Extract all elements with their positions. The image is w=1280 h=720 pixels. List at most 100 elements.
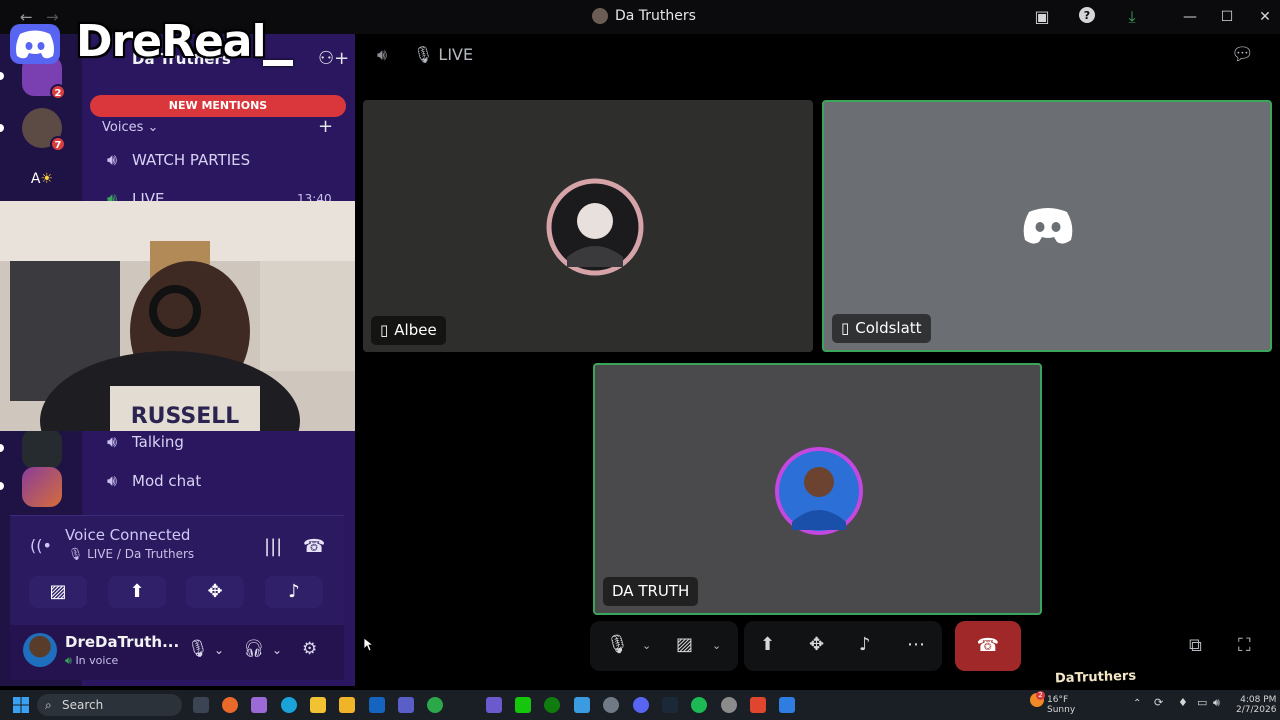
minimize-icon[interactable]: — — [1179, 6, 1201, 28]
edge-icon[interactable] — [281, 697, 297, 713]
chevron-down-icon[interactable]: ⌄ — [712, 639, 721, 652]
inbox-icon[interactable]: ▣ — [1031, 6, 1053, 28]
new-mentions-button[interactable]: NEW MENTIONS — [90, 95, 346, 117]
signal-icon: ((• — [30, 536, 52, 555]
steam-icon[interactable] — [662, 697, 678, 713]
soundboard-button[interactable]: ♪ — [265, 576, 323, 608]
activities-icon[interactable]: ✥ — [809, 634, 824, 655]
store-icon[interactable] — [339, 697, 355, 713]
network-icon[interactable]: ▭ — [1197, 697, 1207, 708]
invite-member-icon[interactable]: ⚇+ — [318, 48, 349, 69]
mention-badge: 7 — [50, 136, 66, 152]
soundboard-icon: ♪ — [288, 581, 300, 602]
toggle-camera-button[interactable]: ▨ — [29, 576, 87, 608]
soundboard-icon[interactable]: ♪ — [859, 634, 871, 655]
share-screen-button[interactable]: ⬆ — [108, 576, 166, 608]
pop-out-icon[interactable]: ⧉ — [1189, 635, 1202, 656]
mobile-device-icon: ▯ — [380, 321, 389, 339]
settings-icon[interactable] — [603, 697, 619, 713]
microphone-icon[interactable]: 🎙︎ — [187, 639, 209, 659]
discord-taskbar-icon[interactable] — [633, 697, 649, 713]
headphones-icon[interactable]: 🎧︎ — [243, 639, 265, 659]
clock-date: 2/7/2026 — [1236, 705, 1277, 715]
speaker-icon: 🔊︎ — [106, 150, 118, 169]
channel-label: Mod chat — [132, 472, 202, 490]
clock-time: 4:08 PM — [1240, 695, 1277, 705]
voice-channel[interactable]: 🎙︎ LIVE / Da Truthers — [68, 547, 194, 561]
chevron-down-icon[interactable]: ⌄ — [642, 639, 651, 652]
app-icon[interactable] — [427, 697, 443, 713]
app-icon[interactable] — [486, 697, 502, 713]
fullscreen-icon[interactable]: ⛶ — [1238, 635, 1251, 656]
chevron-down-icon[interactable]: ⌄ — [272, 643, 282, 657]
chat-bubble-icon[interactable]: 💬︎ — [1231, 44, 1254, 65]
task-view-icon[interactable] — [193, 697, 209, 713]
search-icon: ⌕ — [45, 698, 52, 712]
taskbar-search[interactable]: ⌕ Search — [37, 694, 182, 716]
participant-tile-coldslatt[interactable]: ▯ Coldslatt — [822, 100, 1272, 352]
windows-start-icon[interactable] — [13, 697, 29, 713]
mobile-device-icon: ▯ — [841, 319, 850, 337]
server-item-3[interactable]: A☀ — [22, 159, 62, 199]
sync-icon[interactable]: ⟳ — [1154, 697, 1163, 708]
call-action-controls: ⬆ ✥ ♪ ⋯ — [744, 621, 942, 671]
help-icon[interactable]: ? — [1076, 6, 1098, 28]
server-item-5[interactable] — [22, 467, 62, 507]
hang-up-button[interactable]: ☎ — [955, 621, 1021, 671]
activities-button[interactable]: ✥ — [186, 576, 244, 608]
channel-watch-parties[interactable]: 🔊︎ WATCH PARTIES — [102, 146, 250, 174]
app-tray-icon[interactable]: ♦ — [1178, 697, 1188, 708]
noise-suppression-icon[interactable]: ||| — [264, 536, 282, 557]
screen-share-icon: ⬆ — [129, 581, 145, 602]
server-item-4[interactable] — [22, 429, 62, 469]
app-icon[interactable] — [721, 697, 737, 713]
participant-tile-da-truth[interactable]: DA TRUTH — [593, 363, 1042, 615]
webcam-feed: RUSSELL — [0, 201, 359, 431]
clock[interactable]: 4:08 PM 2/7/2026 — [1236, 695, 1276, 715]
add-channel-icon[interactable]: + — [318, 116, 333, 137]
server-initial: A — [30, 171, 41, 187]
streamer-name-cursor — [263, 60, 293, 66]
photos-icon[interactable] — [574, 697, 590, 713]
weather-widget[interactable]: 16°F Sunny — [1047, 695, 1075, 715]
user-name[interactable]: DreDaTruth... — [65, 633, 179, 651]
microphone-icon[interactable]: 🎙︎ — [606, 634, 629, 655]
screen-share-icon[interactable]: ⬆ — [760, 634, 775, 655]
webcam-overlay: RUSSELL — [0, 201, 359, 431]
outlook-icon[interactable] — [369, 697, 385, 713]
more-options-icon[interactable]: ⋯ — [907, 634, 925, 655]
user-status-text: In voice — [75, 654, 119, 667]
app-icon[interactable] — [251, 697, 267, 713]
call-channel-label: LIVE — [438, 45, 474, 64]
disconnect-icon[interactable]: ☎ — [303, 536, 325, 557]
voice-channel-label: LIVE / Da Truthers — [87, 547, 195, 561]
close-icon[interactable]: ✕ — [1254, 6, 1276, 28]
avatar[interactable] — [23, 633, 57, 667]
download-icon[interactable]: ⤓ — [1121, 6, 1143, 28]
app-icon[interactable] — [779, 697, 795, 713]
app-icon[interactable] — [515, 697, 531, 713]
chevron-up-icon[interactable]: ⌃ — [1133, 699, 1141, 709]
app-icon[interactable] — [750, 697, 766, 713]
category-voices[interactable]: Voices ⌄ — [102, 120, 158, 135]
volume-icon[interactable]: 🔊︎ — [1213, 697, 1220, 708]
maximize-icon[interactable]: ☐ — [1216, 6, 1238, 28]
file-explorer-icon[interactable] — [310, 697, 326, 713]
svg-text:?: ? — [1084, 9, 1090, 22]
firefox-icon[interactable] — [222, 697, 238, 713]
participant-tile-albee[interactable]: ▯ Albee — [363, 100, 813, 352]
call-channel-title: 🎙︎ LIVE — [413, 45, 474, 64]
mic-icon: 🎙︎ — [68, 547, 84, 561]
camera-off-icon[interactable]: ▨ — [676, 634, 693, 655]
screen: ← → Da Truthers ▣ ? ⤓ — ☐ ✕ 2 7 A☀ Da Tr… — [0, 0, 1280, 720]
settings-gear-icon[interactable]: ⚙ — [302, 639, 317, 659]
channel-talking[interactable]: 🔊︎ Talking — [102, 428, 184, 456]
spotify-icon[interactable] — [691, 697, 707, 713]
teams-icon[interactable] — [398, 697, 414, 713]
audio-video-controls: 🎙︎ ⌄ ▨ ⌄ — [590, 621, 738, 671]
server-item-2[interactable]: 7 — [22, 108, 66, 152]
channel-mod-chat[interactable]: 🔊︎ Mod chat — [102, 467, 201, 495]
xbox-icon[interactable] — [544, 697, 560, 713]
call-area: 🔊︎ 🎙︎ LIVE 💬︎ ▯ Albee ▯ Coldslatt DA TRU… — [355, 34, 1280, 686]
chevron-down-icon[interactable]: ⌄ — [214, 643, 224, 657]
